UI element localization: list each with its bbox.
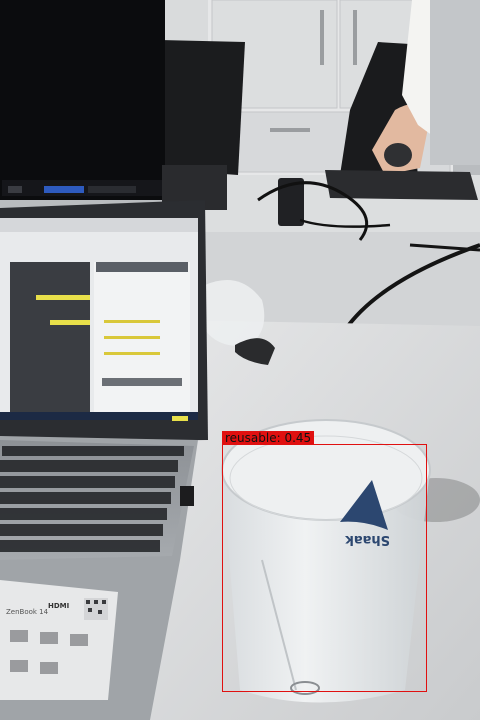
photo-scene: ZenBook 14 HDMI Shaak reusable: 0.45 bbox=[0, 0, 480, 720]
detection-label: reusable: 0.45 bbox=[222, 431, 315, 445]
laptop-port-sticker: HDMI bbox=[48, 602, 69, 610]
laptop-model-sticker: ZenBook 14 bbox=[6, 608, 49, 616]
detection-bounding-box bbox=[222, 444, 427, 692]
